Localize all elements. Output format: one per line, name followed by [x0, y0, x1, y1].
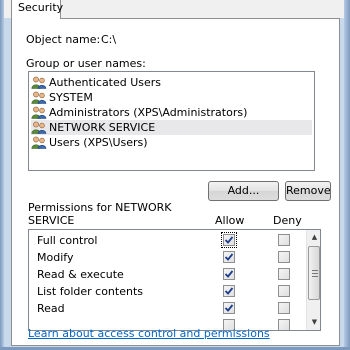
- allow-checkbox[interactable]: [223, 302, 235, 314]
- scroll-up-arrow-icon[interactable]: ▲: [307, 230, 320, 245]
- group-or-user-names-label: Group or user names:: [26, 57, 146, 70]
- deny-column-header: Deny: [273, 214, 302, 227]
- tab-security[interactable]: Security: [11, 0, 63, 19]
- user-group-icon: [31, 106, 47, 119]
- permission-name: Read & execute: [37, 268, 124, 281]
- deny-checkbox[interactable]: [278, 285, 290, 297]
- allow-checkbox[interactable]: [223, 268, 235, 280]
- deny-checkbox[interactable]: [278, 251, 290, 263]
- permission-row-full-control: Full control: [29, 232, 306, 248]
- allow-checkbox[interactable]: [221, 232, 237, 248]
- permissions-scrollbar[interactable]: ▲ ▼: [306, 230, 320, 330]
- deny-checkbox[interactable]: [278, 234, 290, 246]
- scrollbar-thumb[interactable]: [308, 246, 320, 300]
- allow-checkbox[interactable]: [223, 251, 235, 263]
- user-item-label: Administrators (XPS\Administrators): [49, 106, 248, 119]
- checkmark-icon: [224, 304, 234, 312]
- window-frame-right: [344, 0, 350, 350]
- permission-row-list-folder-contents: List folder contents: [29, 283, 306, 299]
- group-user-listbox[interactable]: Authenticated Users SYSTEM Administrator…: [28, 71, 315, 171]
- checkmark-icon: [224, 253, 234, 261]
- user-item-label: Authenticated Users: [49, 76, 162, 89]
- permission-row-modify: Modify: [29, 249, 306, 265]
- deny-checkbox[interactable]: [278, 302, 290, 314]
- permission-name: List folder contents: [37, 285, 143, 298]
- permission-name: Read: [37, 302, 65, 315]
- user-item-authenticated-users[interactable]: Authenticated Users: [31, 75, 312, 90]
- user-group-icon: [31, 76, 47, 89]
- user-item-label: SYSTEM: [49, 91, 93, 104]
- permission-name: Modify: [37, 251, 74, 264]
- user-item-users[interactable]: Users (XPS\Users): [31, 135, 312, 150]
- user-item-system[interactable]: SYSTEM: [31, 90, 312, 105]
- checkmark-icon: [224, 287, 234, 295]
- security-tab-page: Object name: C:\ Group or user names: Au…: [11, 18, 340, 346]
- user-item-network-service[interactable]: NETWORK SERVICE: [31, 120, 312, 135]
- allow-column-header: Allow: [215, 214, 245, 227]
- user-item-administrators[interactable]: Administrators (XPS\Administrators): [31, 105, 312, 120]
- checkmark-icon: [224, 236, 234, 244]
- user-group-icon: [31, 121, 47, 134]
- user-item-label: NETWORK SERVICE: [49, 121, 156, 134]
- deny-checkbox[interactable]: [278, 319, 290, 330]
- access-control-help-link[interactable]: Learn about access control and permissio…: [28, 327, 270, 340]
- permission-name: Full control: [37, 234, 98, 247]
- permissions-list[interactable]: Full control Modify Read & execute List …: [28, 229, 321, 331]
- permission-row-read-execute: Read & execute: [29, 266, 306, 282]
- deny-checkbox[interactable]: [278, 268, 290, 280]
- user-item-label: Users (XPS\Users): [49, 136, 148, 149]
- remove-button[interactable]: Remove: [285, 181, 331, 201]
- permissions-header-line1: Permissions for NETWORK: [28, 201, 172, 214]
- checkmark-icon: [224, 270, 234, 278]
- object-name-label: Object name:: [26, 33, 101, 46]
- allow-checkbox[interactable]: [223, 285, 235, 297]
- add-button[interactable]: Add...: [208, 181, 279, 201]
- permissions-header-line2: SERVICE: [28, 214, 75, 227]
- scroll-down-arrow-icon[interactable]: ▼: [307, 315, 320, 330]
- user-group-icon: [31, 91, 47, 104]
- window-frame-left: [0, 0, 4, 350]
- user-group-icon: [31, 136, 47, 149]
- object-name-value: C:\: [101, 33, 117, 46]
- permission-row-read: Read: [29, 300, 306, 316]
